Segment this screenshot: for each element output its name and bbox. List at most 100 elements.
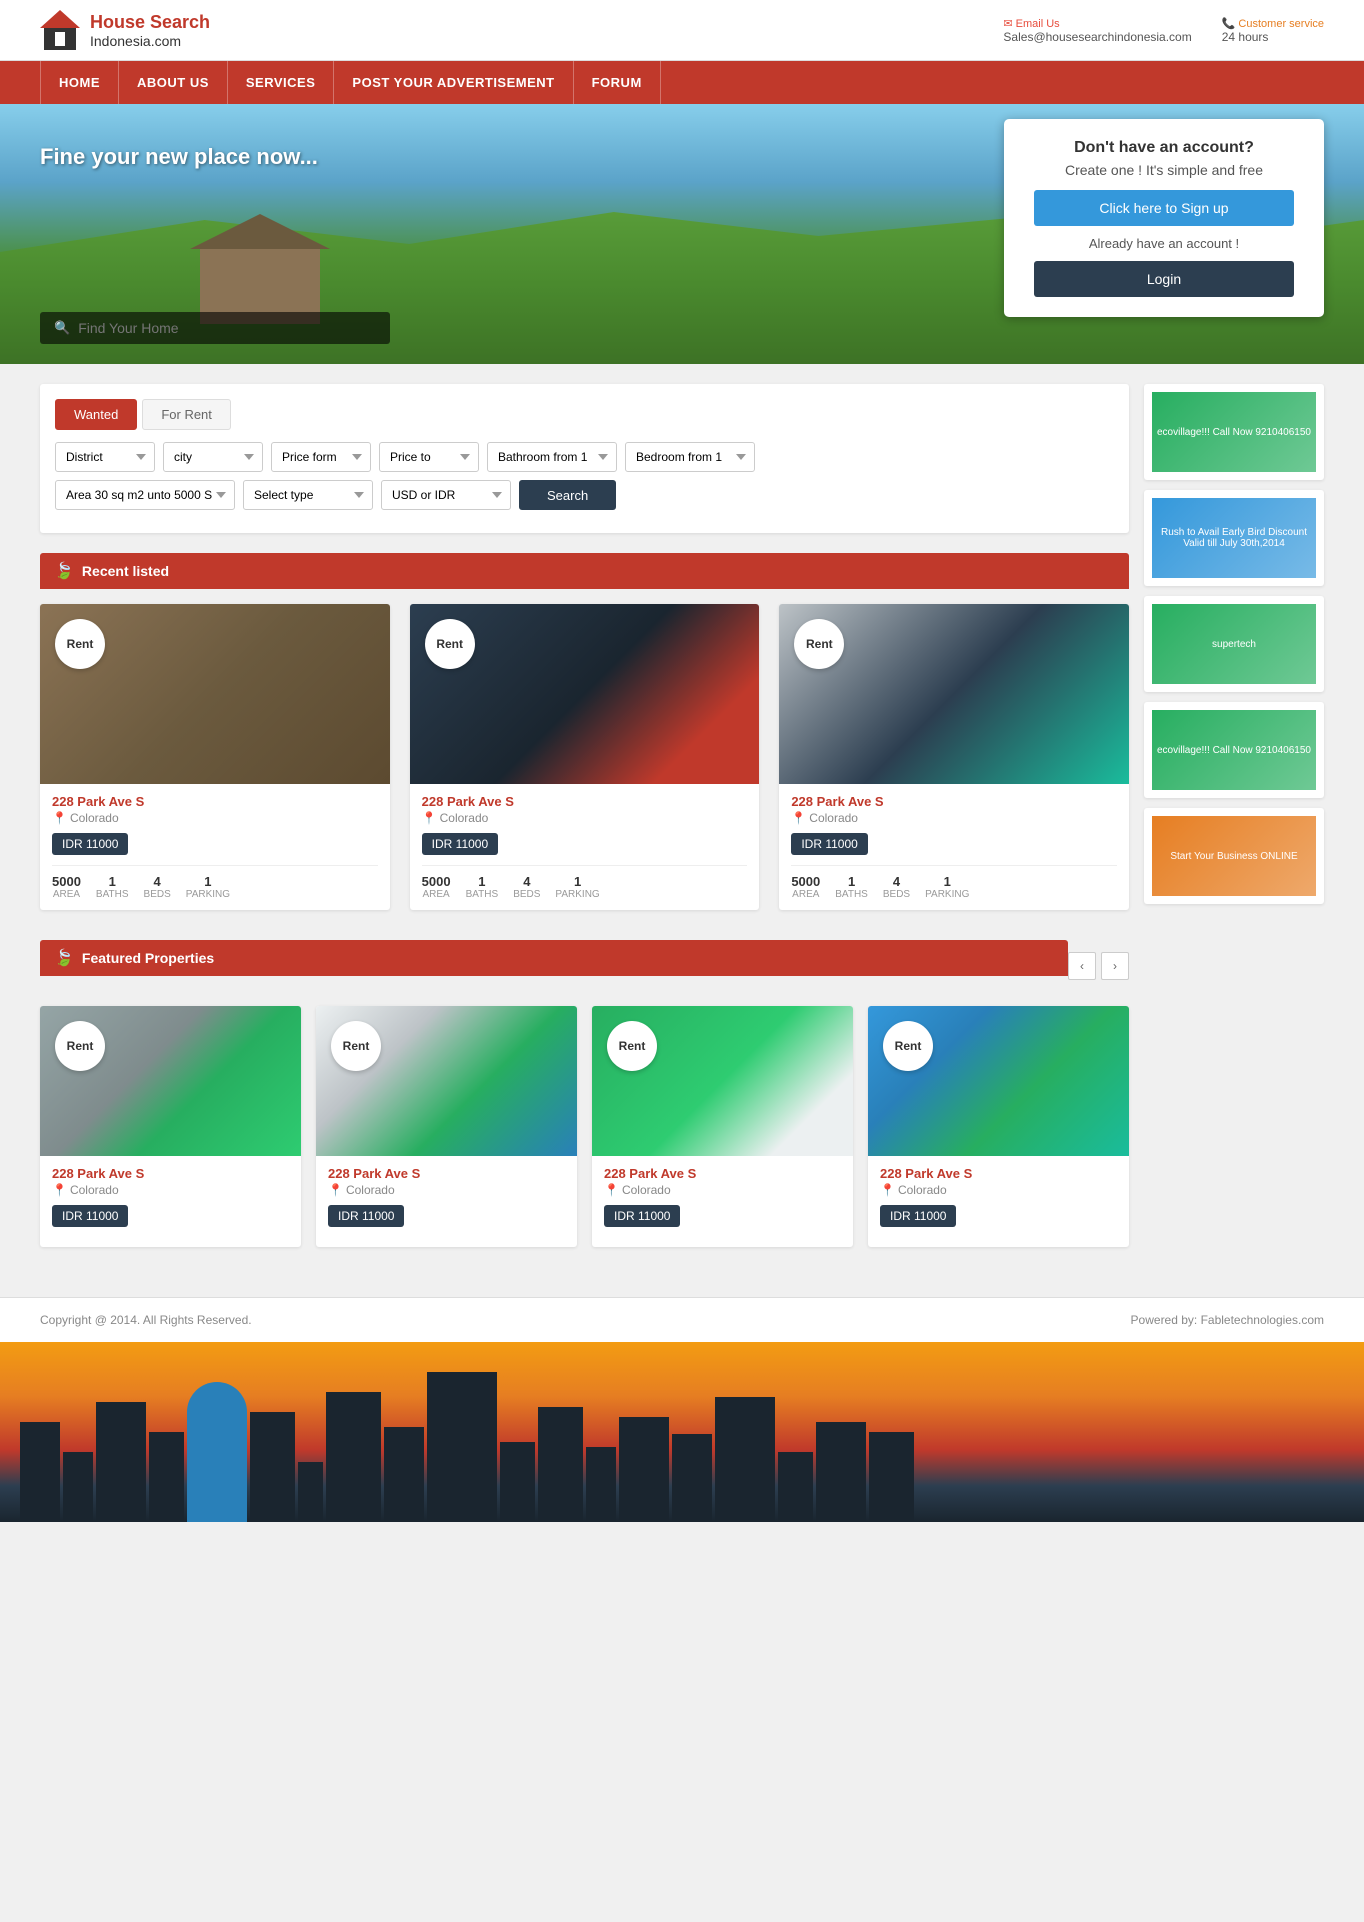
featured-card-2[interactable]: Rent 228 Park Ave S 📍Colorado IDR 11000 xyxy=(592,1006,853,1247)
district-select[interactable]: District xyxy=(55,442,155,472)
city-skyline xyxy=(0,1342,1364,1522)
type-select[interactable]: Select type xyxy=(243,480,373,510)
card-stats: 5000AREA 1BATHS 4BEDS 1PARKING xyxy=(422,865,748,900)
rent-badge: Rent xyxy=(425,619,475,669)
featured-header-row: 🍃 Featured Properties ‹ › xyxy=(40,940,1129,991)
bedroom-select[interactable]: Bedroom from 1 xyxy=(625,442,755,472)
hero-search-bar[interactable]: 🔍 xyxy=(40,312,390,344)
recent-card-0[interactable]: Rent 228 Park Ave S 📍Colorado IDR 11000 … xyxy=(40,604,390,910)
recent-leaf-icon: 🍃 xyxy=(54,561,74,581)
logo-title: House Search xyxy=(90,12,210,33)
sidebar-ad-4[interactable]: Start Your Business ONLINE xyxy=(1144,808,1324,904)
card-stats: 5000AREA 1BATHS 4BEDS 1PARKING xyxy=(52,865,378,900)
pin-icon: 📍 xyxy=(880,1183,895,1197)
signup-card: Don't have an account? Create one ! It's… xyxy=(1004,119,1324,317)
card-address: 228 Park Ave S xyxy=(328,1166,565,1181)
card-location: 📍Colorado xyxy=(880,1183,1117,1197)
card-price: IDR 11000 xyxy=(791,833,867,855)
logo[interactable]: House Search Indonesia.com xyxy=(40,10,210,50)
sidebar-ad-1[interactable]: Rush to Avail Early Bird Discount Valid … xyxy=(1144,490,1324,586)
service-contact: Customer service 24 hours xyxy=(1222,17,1324,44)
recent-title: Recent listed xyxy=(82,563,169,579)
nav-about[interactable]: ABOUT US xyxy=(119,61,228,104)
card-body: 228 Park Ave S 📍Colorado IDR 11000 5000A… xyxy=(40,784,390,910)
featured-leaf-icon: 🍃 xyxy=(54,948,74,968)
featured-card-1[interactable]: Rent 228 Park Ave S 📍Colorado IDR 11000 xyxy=(316,1006,577,1247)
logo-icon xyxy=(40,10,80,50)
card-address: 228 Park Ave S xyxy=(880,1166,1117,1181)
nav-home[interactable]: HOME xyxy=(40,61,119,104)
price-from-select[interactable]: Price form xyxy=(271,442,371,472)
card-image: Rent xyxy=(779,604,1129,784)
ad-content: supertech xyxy=(1152,604,1316,684)
featured-section: 🍃 Featured Properties ‹ › Rent 228 Park … xyxy=(40,940,1129,1247)
currency-select[interactable]: USD or IDR xyxy=(381,480,511,510)
rent-badge: Rent xyxy=(794,619,844,669)
card-body: 228 Park Ave S 📍Colorado IDR 11000 xyxy=(40,1156,301,1247)
pin-icon: 📍 xyxy=(791,811,806,825)
login-button[interactable]: Login xyxy=(1034,261,1294,297)
building xyxy=(326,1392,381,1522)
stat-parking: 1PARKING xyxy=(555,874,599,900)
featured-card-0[interactable]: Rent 228 Park Ave S 📍Colorado IDR 11000 xyxy=(40,1006,301,1247)
city-select[interactable]: city xyxy=(163,442,263,472)
stat-beds: 4BEDS xyxy=(144,874,171,900)
featured-title: Featured Properties xyxy=(82,950,214,966)
dont-have-account: Don't have an account? xyxy=(1034,139,1294,157)
card-location: 📍Colorado xyxy=(52,1183,289,1197)
next-arrow[interactable]: › xyxy=(1101,952,1129,980)
prev-arrow[interactable]: ‹ xyxy=(1068,952,1096,980)
building xyxy=(869,1432,914,1522)
powered-by: Powered by: Fabletechnologies.com xyxy=(1131,1313,1324,1327)
sidebar-ad-0[interactable]: ecovillage!!! Call Now 9210406150 xyxy=(1144,384,1324,480)
card-address: 228 Park Ave S xyxy=(604,1166,841,1181)
card-price: IDR 11000 xyxy=(52,1205,128,1227)
building xyxy=(672,1434,712,1522)
featured-card-3[interactable]: Rent 228 Park Ave S 📍Colorado IDR 11000 xyxy=(868,1006,1129,1247)
ad-content: ecovillage!!! Call Now 9210406150 xyxy=(1152,392,1316,472)
rent-badge: Rent xyxy=(55,1021,105,1071)
building xyxy=(816,1422,866,1522)
rent-badge: Rent xyxy=(55,619,105,669)
ad-content: Start Your Business ONLINE xyxy=(1152,816,1316,896)
search-button[interactable]: Search xyxy=(519,480,616,510)
recent-card-1[interactable]: Rent 228 Park Ave S 📍Colorado IDR 11000 … xyxy=(410,604,760,910)
building xyxy=(715,1397,775,1522)
card-image: Rent xyxy=(410,604,760,784)
card-stats: 5000AREA 1BATHS 4BEDS 1PARKING xyxy=(791,865,1117,900)
signup-button[interactable]: Click here to Sign up xyxy=(1034,190,1294,226)
card-image: Rent xyxy=(592,1006,853,1156)
hero-search-input[interactable] xyxy=(78,320,376,336)
sidebar-ad-2[interactable]: supertech xyxy=(1144,596,1324,692)
building xyxy=(96,1402,146,1522)
email-label: Email Us xyxy=(1003,17,1191,30)
area-select[interactable]: Area 30 sq m2 unto 5000 Sq xyxy=(55,480,235,510)
pin-icon: 📍 xyxy=(604,1183,619,1197)
nav-post-ad[interactable]: POST YOUR ADVERTISEMENT xyxy=(334,61,573,104)
nav-forum[interactable]: FORUM xyxy=(574,61,661,104)
rent-badge: Rent xyxy=(331,1021,381,1071)
card-body: 228 Park Ave S 📍Colorado IDR 11000 5000A… xyxy=(779,784,1129,910)
stat-beds: 4BEDS xyxy=(883,874,910,900)
card-body: 228 Park Ave S 📍Colorado IDR 11000 xyxy=(868,1156,1129,1247)
building xyxy=(619,1417,669,1522)
stat-area: 5000AREA xyxy=(791,874,820,900)
stat-parking: 1PARKING xyxy=(925,874,969,900)
building xyxy=(586,1447,616,1522)
building xyxy=(538,1407,583,1522)
logo-text: House Search Indonesia.com xyxy=(90,12,210,49)
building xyxy=(778,1452,813,1522)
price-to-select[interactable]: Price to xyxy=(379,442,479,472)
search-icon: 🔍 xyxy=(54,320,70,336)
stat-area: 5000AREA xyxy=(422,874,451,900)
nav-services[interactable]: SERVICES xyxy=(228,61,335,104)
tab-for-rent[interactable]: For Rent xyxy=(142,399,231,430)
recent-card-2[interactable]: Rent 228 Park Ave S 📍Colorado IDR 11000 … xyxy=(779,604,1129,910)
tab-wanted[interactable]: Wanted xyxy=(55,399,137,430)
filter-row-1: District city Price form Price to Bathro… xyxy=(55,442,1114,472)
page-header: House Search Indonesia.com Email Us Sale… xyxy=(0,0,1364,61)
building xyxy=(250,1412,295,1522)
bathroom-select[interactable]: Bathroom from 1 xyxy=(487,442,617,472)
sidebar-ad-3[interactable]: ecovillage!!! Call Now 9210406150 xyxy=(1144,702,1324,798)
footer: Copyright @ 2014. All Rights Reserved. P… xyxy=(0,1297,1364,1342)
